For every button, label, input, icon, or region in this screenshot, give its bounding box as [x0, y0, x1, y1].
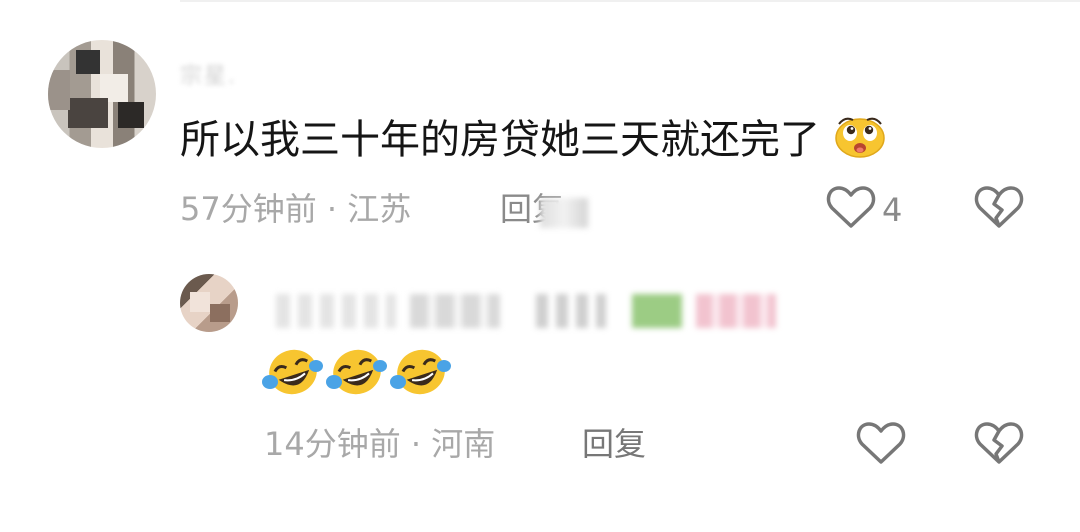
- broken-heart-icon[interactable]: [974, 184, 1024, 230]
- divider: [180, 0, 1080, 2]
- reply-meta: 14分钟前 · 河南: [264, 420, 495, 468]
- like-count: 4: [882, 191, 903, 229]
- comment-section: 宗星. 所以我三十年的房贷她三天就还完了 57分钟前 · 江苏 回复 4 14分…: [0, 0, 1080, 532]
- blurred-text: [536, 294, 606, 328]
- meta-separator: ·: [410, 425, 422, 463]
- reply-time: 14分钟前: [264, 425, 401, 463]
- comment-meta: 57分钟前 · 江苏: [180, 185, 411, 233]
- reply-avatar[interactable]: [180, 274, 238, 332]
- laughing-tears-emoji-icon: [262, 349, 323, 395]
- laughing-tears-emoji-icon: [390, 349, 451, 395]
- blurred-text: [410, 294, 500, 328]
- heart-outline-icon[interactable]: [826, 184, 876, 230]
- comment-location: 江苏: [347, 190, 412, 228]
- comment-username[interactable]: 宗星.: [180, 58, 270, 89]
- blurred-text: [276, 294, 396, 328]
- comment-text-content: 所以我三十年的房贷她三天就还完了: [180, 117, 820, 163]
- reply-blur-overlay: [540, 198, 588, 228]
- broken-heart-icon[interactable]: [974, 420, 1024, 466]
- avatar[interactable]: [48, 40, 156, 148]
- heart-outline-icon[interactable]: [856, 420, 906, 466]
- laughing-tears-emoji-icon: [326, 349, 387, 395]
- meta-separator: ·: [326, 190, 338, 228]
- pleading-face-emoji-icon: [834, 117, 885, 158]
- blurred-badge: [632, 294, 682, 328]
- reply-button[interactable]: 回复: [582, 420, 646, 468]
- reply-content-emojis: [262, 342, 452, 400]
- comment-text: 所以我三十年的房贷她三天就还完了: [180, 112, 885, 168]
- blurred-badge: [696, 294, 776, 328]
- reply-location: 河南: [431, 425, 496, 463]
- comment-time: 57分钟前: [180, 190, 317, 228]
